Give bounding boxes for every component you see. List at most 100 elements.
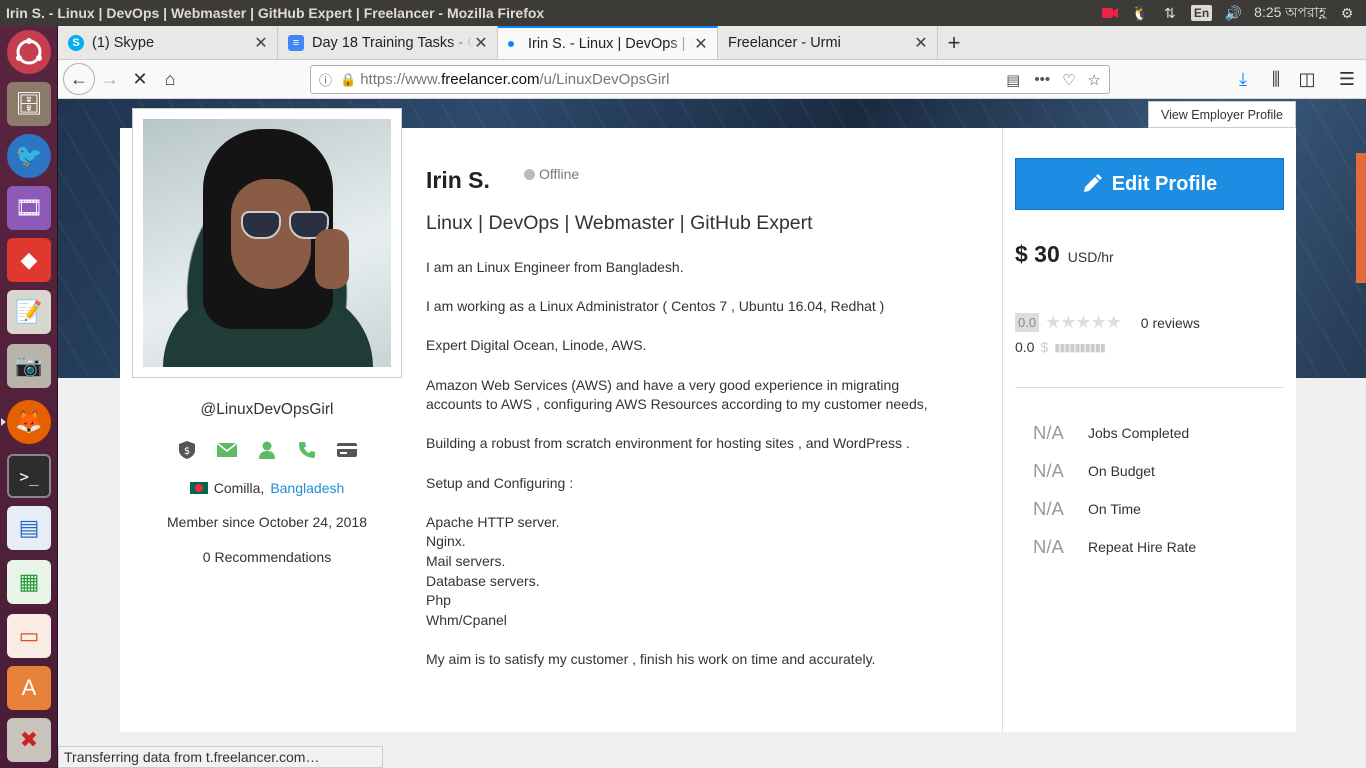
user-verified-icon[interactable] [256,439,278,461]
thunderbird-icon[interactable]: 🐦 [7,134,51,178]
svg-text:$: $ [184,446,190,457]
profile-bio: I am an Linux Engineer from Bangladesh. … [426,258,966,689]
libreoffice-impress-icon[interactable]: ▭ [7,614,51,658]
profile-sidebar: Edit Profile $ 30 USD/hr 0.0 ★★★★★ 0 rev… [1002,128,1296,732]
tab-day18-training[interactable]: ≡ Day 18 Training Tasks - G ✕ [278,26,498,59]
tab-label: (1) Skype [92,34,155,51]
pencil-icon [1083,174,1102,192]
browser-tab-bar: S (1) Skype ✕ ≡ Day 18 Training Tasks - … [58,26,1366,60]
edit-profile-button[interactable]: Edit Profile [1015,158,1284,210]
libreoffice-writer-icon[interactable]: ▤ [7,506,51,550]
tab-irin-profile[interactable]: Irin S. - Linux | DevOps | W ✕ [498,26,718,59]
close-icon[interactable]: ✕ [913,33,929,53]
tux-icon[interactable]: 🐧 [1131,5,1149,21]
tab-freelancer-urmi[interactable]: Freelancer - Urmi ✕ [718,26,938,59]
forward-button[interactable]: → [95,64,125,94]
payment-card-icon[interactable] [336,439,358,461]
os-top-panel: Irin S. - Linux | DevOps | Webmaster | G… [0,0,1366,26]
bio-line: Database servers. [426,572,540,589]
pocket-icon[interactable]: ♡ [1062,71,1075,89]
media-player-icon[interactable]: 🎞 [7,186,51,230]
bio-paragraph: My aim is to satisfy my customer , finis… [426,650,876,667]
status-label: Offline [539,166,580,182]
scrollbar-thumb[interactable] [1356,153,1366,283]
library-icon[interactable]: ⫼ [1261,64,1291,94]
stat-value: N/A [1033,536,1064,557]
tab-label: Day 18 Training Tasks - G [312,34,473,51]
bio-line: Php [426,592,451,609]
keyboard-language-indicator[interactable]: En [1190,5,1213,21]
earnings-score: 0.0 [1015,339,1035,355]
location-country-link[interactable]: Bangladesh [270,480,344,496]
stat-value: N/A [1033,498,1064,519]
info-icon[interactable]: ⓘ [319,70,332,89]
phone-verified-icon[interactable] [296,439,318,461]
stat-value: N/A [1033,422,1064,443]
window-title: Irin S. - Linux | DevOps | Webmaster | G… [6,5,545,21]
new-tab-button[interactable]: + [938,26,970,59]
back-button[interactable]: ← [63,63,95,95]
bangladesh-flag-icon [189,482,208,494]
software-center-icon[interactable]: A [7,666,51,710]
member-since: Member since October 24, 2018 [167,514,367,530]
gear-icon[interactable]: ⚙ [1338,5,1356,21]
stat-label: On Budget [1088,463,1155,479]
hourly-rate: $ 30 USD/hr [1015,241,1114,268]
stat-value: N/A [1033,460,1064,481]
loading-dot-icon [508,40,514,47]
profile-card: @LinuxDevOpsGirl $ Comilla, Bangladesh M… [120,108,1002,732]
view-employer-profile-button[interactable]: View Employer Profile [1148,101,1296,128]
downloads-icon[interactable]: ⤓ [1228,64,1258,94]
clock[interactable]: 8:25 অপরাহ্ণ [1254,1,1326,25]
system-tools-icon[interactable]: ✖ [7,718,51,762]
bio-line: Mail servers. [426,552,506,569]
stop-button[interactable]: ✕ [125,64,155,94]
earnings-bar-icon: ▮▮▮▮▮▮▮▮▮▮ [1054,341,1106,354]
shield-icon[interactable]: $ [176,439,198,461]
bio-paragraph: Expert Digital Ocean, Linode, AWS. [426,337,647,354]
network-arrows-icon[interactable]: ⇅ [1161,5,1179,21]
verification-icons: $ [132,439,402,461]
ubuntu-dash-icon[interactable] [7,30,51,74]
home-button[interactable]: ⌂ [155,64,185,94]
bio-paragraph: Amazon Web Services (AWS) and have a ver… [426,376,928,413]
close-icon[interactable]: ✕ [473,33,489,53]
firefox-icon[interactable]: 🦊 [7,400,51,444]
app-launcher: 🗄 🐦 🎞 ◆ 📝 📷 🦊 >_ ▤ ▦ ▭ A ✖ [0,26,58,768]
anydesk-icon[interactable]: ◆ [7,238,51,282]
lock-icon[interactable]: 🔒 [340,72,356,88]
terminal-icon[interactable]: >_ [7,454,51,498]
bio-paragraph: Setup and Configuring : [426,474,574,491]
text-editor-icon[interactable]: 📝 [7,290,51,334]
files-icon[interactable]: 🗄 [7,82,51,126]
profile-location: Comilla, Bangladesh [132,480,402,496]
email-verified-icon[interactable] [216,439,238,461]
page-viewport: View Employer Profile @LinuxDevOpsGirl $… [58,99,1366,768]
camera-icon[interactable]: 📷 [7,344,51,388]
stat-jobs-completed: N/A Jobs Completed [1033,422,1189,444]
bookmark-star-icon[interactable]: ☆ [1088,71,1101,89]
url-bar[interactable]: ⓘ 🔒 https://www.freelancer.com/u/LinuxDe… [310,65,1110,94]
menu-icon[interactable]: ☰ [1332,64,1362,94]
profile-tagline: Linux | DevOps | Webmaster | GitHub Expe… [426,212,813,234]
location-city: Comilla, [213,480,265,496]
tab-skype[interactable]: S (1) Skype ✕ [58,26,278,59]
page-actions-icon[interactable]: ••• [1034,71,1050,88]
url-text[interactable]: https://www.freelancer.com/u/LinuxDevOps… [360,71,1006,88]
rating-badge: 0.0 [1015,313,1040,332]
volume-icon[interactable]: 🔊 [1224,5,1242,21]
photo-hand [315,229,349,289]
profile-username: @LinuxDevOpsGirl [200,401,334,418]
earnings-symbol: $ [1040,339,1049,355]
rating-row: 0.0 ★★★★★ 0 reviews [1015,312,1200,333]
tab-label: Irin S. - Linux | DevOps | W [528,35,693,52]
close-icon[interactable]: ✕ [693,34,709,54]
camera-record-icon[interactable] [1101,5,1119,21]
reviews-count[interactable]: 0 reviews [1141,315,1200,331]
profile-photo [143,119,391,367]
stat-label: On Time [1088,501,1141,517]
sidebar-icon[interactable]: ◫ [1292,64,1322,94]
libreoffice-calc-icon[interactable]: ▦ [7,560,51,604]
close-icon[interactable]: ✕ [253,33,269,53]
reader-view-icon[interactable]: ▤ [1006,71,1020,89]
